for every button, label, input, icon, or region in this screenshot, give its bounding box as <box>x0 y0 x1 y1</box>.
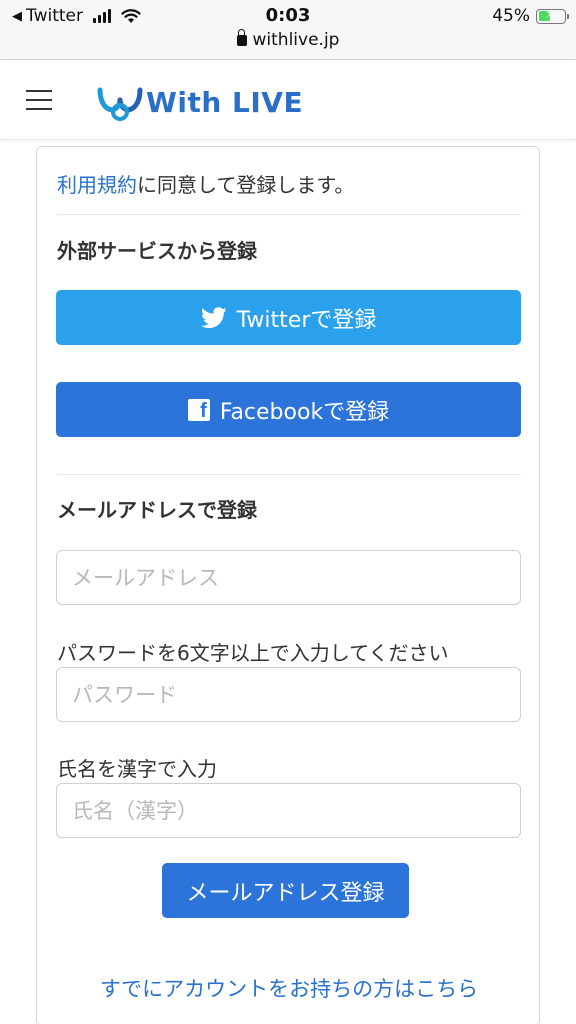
name-input[interactable] <box>56 783 521 838</box>
password-label: パスワードを6文字以上で入力してください <box>57 641 449 665</box>
terms-notice: 利用規約に同意して登録します。 <box>57 169 354 198</box>
external-services-title: 外部サービスから登録 <box>57 239 257 263</box>
facebook-button-label: Facebookで登録 <box>219 399 390 425</box>
clock: 0:03 <box>265 5 311 26</box>
email-register-title: メールアドレスで登録 <box>57 498 257 522</box>
registration-card: 利用規約に同意して登録します。 外部サービスから登録 Twitterで登録 f … <box>36 146 540 1024</box>
logo-text: With LIVE <box>146 85 304 119</box>
site-header: With LIVE <box>0 60 576 140</box>
withlive-logo-icon <box>97 87 143 121</box>
name-label: 氏名を漢字で入力 <box>57 757 217 781</box>
email-input[interactable] <box>56 550 521 605</box>
twitter-bird-icon <box>200 306 227 328</box>
facebook-register-button[interactable]: f Facebookで登録 <box>56 382 521 437</box>
divider <box>57 474 521 475</box>
divider <box>57 214 521 215</box>
status-bar: ◀ Twitter 0:03 45% ⚡ withlive.jp <box>0 0 576 60</box>
login-link[interactable]: すでにアカウントをお持ちの方はこちら <box>37 973 541 1003</box>
password-input[interactable] <box>56 667 521 722</box>
battery-percent: 45% <box>492 6 530 26</box>
url-text: withlive.jp <box>252 30 340 50</box>
charging-bolt-icon: ⚡ <box>545 6 555 22</box>
address-bar[interactable]: withlive.jp <box>0 29 576 50</box>
lock-icon <box>236 29 247 46</box>
terms-text: に同意して登録します。 <box>137 173 355 197</box>
facebook-icon: f <box>187 398 210 421</box>
menu-icon[interactable] <box>26 90 52 110</box>
battery-icon: ⚡ <box>536 6 569 24</box>
terms-link[interactable]: 利用規約 <box>57 173 137 197</box>
twitter-register-button[interactable]: Twitterで登録 <box>56 290 521 345</box>
email-register-button[interactable]: メールアドレス登録 <box>162 863 409 918</box>
site-logo[interactable]: With LIVE <box>96 82 303 122</box>
twitter-button-label: Twitterで登録 <box>236 307 377 333</box>
